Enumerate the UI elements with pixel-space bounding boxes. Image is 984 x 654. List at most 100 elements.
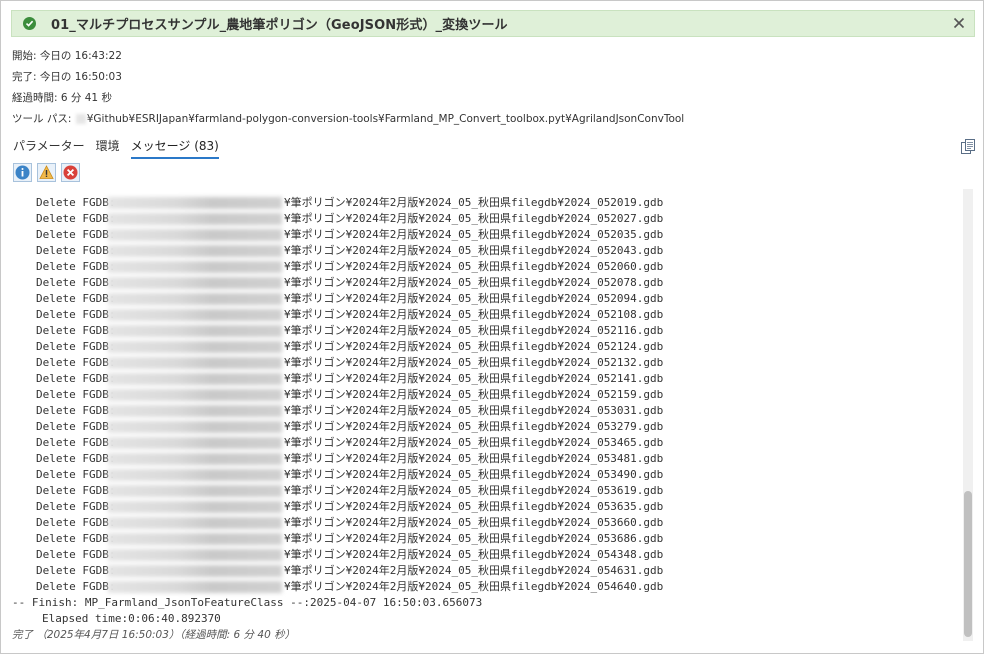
- log-prefix: Delete FGDB:: [36, 452, 116, 465]
- log-prefix: Delete FGDB:: [36, 468, 116, 481]
- redacted-path: [108, 261, 282, 273]
- start-value: 今日の 16:43:22: [39, 50, 122, 62]
- tab-messages[interactable]: メッセージ (83): [130, 137, 219, 159]
- log-line: Delete FGDB: ¥筆ポリゴン¥2024年2月版¥2024_05_秋田県f…: [12, 243, 960, 259]
- tab-environments[interactable]: 環境: [96, 137, 120, 159]
- status-banner: 01_マルチプロセスサンプル_農地筆ポリゴン（GeoJSON形式）_変換ツール: [11, 10, 975, 37]
- scroll-thumb[interactable]: [964, 491, 972, 637]
- log-prefix: Delete FGDB:: [36, 356, 116, 369]
- elapsed-value: 6 分 41 秒: [60, 92, 112, 104]
- log-line: Delete FGDB: ¥筆ポリゴン¥2024年2月版¥2024_05_秋田県f…: [12, 259, 960, 275]
- redacted-path: [108, 197, 282, 209]
- log-line: Delete FGDB: ¥筆ポリゴン¥2024年2月版¥2024_05_秋田県f…: [12, 291, 960, 307]
- copy-messages-button[interactable]: [960, 139, 976, 155]
- close-icon: [953, 17, 965, 29]
- log-path: ¥筆ポリゴン¥2024年2月版¥2024_05_秋田県filegdb¥: [284, 420, 564, 433]
- log-file-name: 2024_052027.gdb: [563, 212, 664, 225]
- log-line: Delete FGDB: ¥筆ポリゴン¥2024年2月版¥2024_05_秋田県f…: [12, 435, 960, 451]
- redacted-path: [108, 581, 282, 593]
- start-time-row: 開始: 今日の 16:43:22: [12, 48, 122, 63]
- log-prefix: Delete FGDB:: [36, 500, 116, 513]
- redacted-path: [108, 277, 282, 289]
- log-line: Delete FGDB: ¥筆ポリゴン¥2024年2月版¥2024_05_秋田県f…: [12, 275, 960, 291]
- redacted-path: [108, 533, 282, 545]
- log-line: Delete FGDB: ¥筆ポリゴン¥2024年2月版¥2024_05_秋田県f…: [12, 547, 960, 563]
- log-path: ¥筆ポリゴン¥2024年2月版¥2024_05_秋田県filegdb¥: [284, 308, 564, 321]
- log-file-name: 2024_052159.gdb: [563, 388, 664, 401]
- log-line: Delete FGDB: ¥筆ポリゴン¥2024年2月版¥2024_05_秋田県f…: [12, 499, 960, 515]
- redacted-path: [108, 245, 282, 257]
- log-path: ¥筆ポリゴン¥2024年2月版¥2024_05_秋田県filegdb¥: [284, 516, 564, 529]
- close-button[interactable]: [950, 14, 968, 32]
- log-prefix: Delete FGDB:: [36, 260, 116, 273]
- check-circle-icon: [23, 17, 36, 30]
- log-path: ¥筆ポリゴン¥2024年2月版¥2024_05_秋田県filegdb¥: [284, 340, 564, 353]
- warning-filter-button[interactable]: [37, 163, 56, 182]
- copy-icon: [961, 139, 975, 154]
- log-path: ¥筆ポリゴン¥2024年2月版¥2024_05_秋田県filegdb¥: [284, 228, 564, 241]
- log-path: ¥筆ポリゴン¥2024年2月版¥2024_05_秋田県filegdb¥: [284, 580, 564, 593]
- tool-result-window: 01_マルチプロセスサンプル_農地筆ポリゴン（GeoJSON形式）_変換ツール …: [0, 0, 984, 654]
- log-prefix: Delete FGDB:: [36, 388, 116, 401]
- message-log[interactable]: Delete FGDB: ¥筆ポリゴン¥2024年2月版¥2024_05_秋田県f…: [12, 189, 960, 641]
- log-file-name: 2024_054640.gdb: [563, 580, 664, 593]
- log-line: Delete FGDB: ¥筆ポリゴン¥2024年2月版¥2024_05_秋田県f…: [12, 403, 960, 419]
- redacted-path: [108, 373, 282, 385]
- tab-parameters[interactable]: パラメーター: [13, 137, 85, 159]
- elapsed-row: 経過時間: 6 分 41 秒: [12, 90, 112, 105]
- log-line: Delete FGDB: ¥筆ポリゴン¥2024年2月版¥2024_05_秋田県f…: [12, 387, 960, 403]
- log-path: ¥筆ポリゴン¥2024年2月版¥2024_05_秋田県filegdb¥: [284, 452, 564, 465]
- log-file-name: 2024_052141.gdb: [563, 372, 664, 385]
- end-value: 今日の 16:50:03: [39, 71, 122, 83]
- log-prefix: Delete FGDB:: [36, 548, 116, 561]
- log-path: ¥筆ポリゴン¥2024年2月版¥2024_05_秋田県filegdb¥: [284, 388, 564, 401]
- end-time-row: 完了: 今日の 16:50:03: [12, 69, 122, 84]
- path-label: ツール パス:: [12, 113, 72, 125]
- log-scrollbar[interactable]: [963, 189, 973, 641]
- log-path: ¥筆ポリゴン¥2024年2月版¥2024_05_秋田県filegdb¥: [284, 436, 564, 449]
- log-file-name: 2024_053619.gdb: [563, 484, 664, 497]
- completion-line: 完了 （2025年4月7日 16:50:03）（経過時間: 6 分 40 秒）: [12, 629, 296, 641]
- log-line: Delete FGDB: ¥筆ポリゴン¥2024年2月版¥2024_05_秋田県f…: [12, 195, 960, 211]
- tool-title: 01_マルチプロセスサンプル_農地筆ポリゴン（GeoJSON形式）_変換ツール: [51, 18, 508, 33]
- start-label: 開始:: [12, 50, 37, 62]
- log-line: Delete FGDB: ¥筆ポリゴン¥2024年2月版¥2024_05_秋田県f…: [12, 339, 960, 355]
- redacted-path: [108, 309, 282, 321]
- redacted-path: [108, 229, 282, 241]
- log-file-name: 2024_052108.gdb: [563, 308, 664, 321]
- log-path: ¥筆ポリゴン¥2024年2月版¥2024_05_秋田県filegdb¥: [284, 356, 564, 369]
- log-path: ¥筆ポリゴン¥2024年2月版¥2024_05_秋田県filegdb¥: [284, 564, 564, 577]
- path-value: ¥Github¥ESRIJapan¥farmland-polygon-conve…: [86, 113, 685, 125]
- log-path: ¥筆ポリゴン¥2024年2月版¥2024_05_秋田県filegdb¥: [284, 548, 564, 561]
- log-prefix: Delete FGDB:: [36, 372, 116, 385]
- log-path: ¥筆ポリゴン¥2024年2月版¥2024_05_秋田県filegdb¥: [284, 372, 564, 385]
- log-file-name: 2024_052124.gdb: [563, 340, 664, 353]
- redacted-path: [108, 437, 282, 449]
- redacted-path: [108, 517, 282, 529]
- redacted-path: [108, 357, 282, 369]
- log-file-name: 2024_052094.gdb: [563, 292, 664, 305]
- log-line: Delete FGDB: ¥筆ポリゴン¥2024年2月版¥2024_05_秋田県f…: [12, 563, 960, 579]
- redacted-path: [108, 341, 282, 353]
- log-file-name: 2024_053481.gdb: [563, 452, 664, 465]
- log-path: ¥筆ポリゴン¥2024年2月版¥2024_05_秋田県filegdb¥: [284, 324, 564, 337]
- log-prefix: Delete FGDB:: [36, 244, 116, 257]
- log-file-name: 2024_053031.gdb: [563, 404, 664, 417]
- log-file-name: 2024_052116.gdb: [563, 324, 664, 337]
- log-path: ¥筆ポリゴン¥2024年2月版¥2024_05_秋田県filegdb¥: [284, 532, 564, 545]
- log-file-name: 2024_053490.gdb: [563, 468, 664, 481]
- log-file-name: 2024_052043.gdb: [563, 244, 664, 257]
- redacted-path: [108, 389, 282, 401]
- log-prefix: Delete FGDB:: [36, 324, 116, 337]
- log-path: ¥筆ポリゴン¥2024年2月版¥2024_05_秋田県filegdb¥: [284, 212, 564, 225]
- info-filter-button[interactable]: [13, 163, 32, 182]
- log-line: Delete FGDB: ¥筆ポリゴン¥2024年2月版¥2024_05_秋田県f…: [12, 451, 960, 467]
- log-file-name: 2024_053635.gdb: [563, 500, 664, 513]
- log-prefix: Delete FGDB:: [36, 212, 116, 225]
- error-filter-button[interactable]: [61, 163, 80, 182]
- log-path: ¥筆ポリゴン¥2024年2月版¥2024_05_秋田県filegdb¥: [284, 468, 564, 481]
- log-path: ¥筆ポリゴン¥2024年2月版¥2024_05_秋田県filegdb¥: [284, 196, 564, 209]
- redacted-path: [108, 421, 282, 433]
- log-line: Delete FGDB: ¥筆ポリゴン¥2024年2月版¥2024_05_秋田県f…: [12, 419, 960, 435]
- log-prefix: Delete FGDB:: [36, 532, 116, 545]
